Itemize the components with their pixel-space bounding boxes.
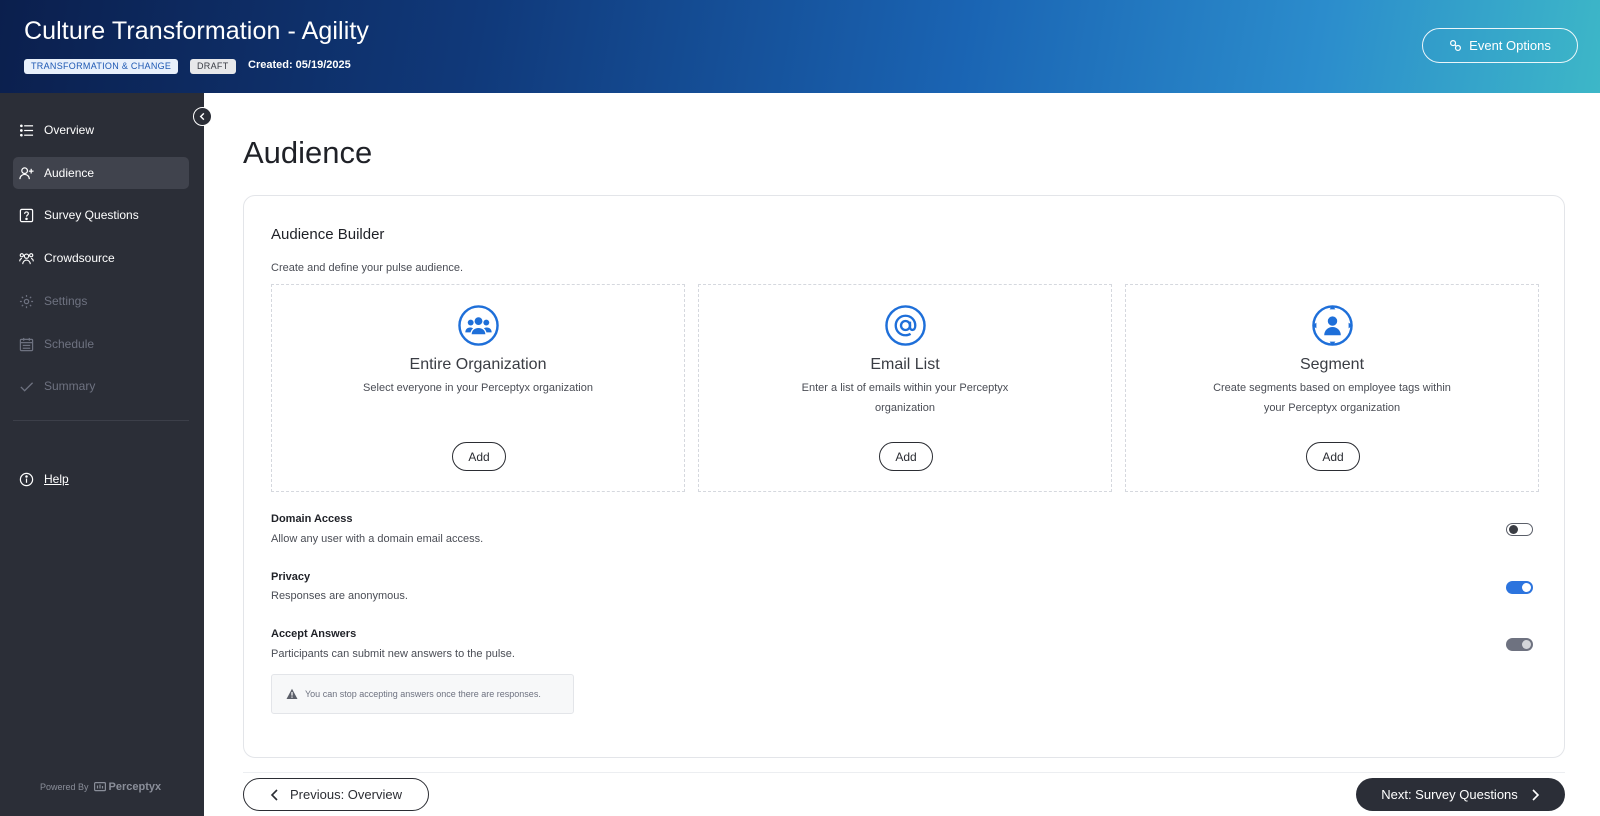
sidebar-item-label: Summary <box>44 379 96 393</box>
user-plus-icon <box>19 166 34 179</box>
sidebar-item-label: Overview <box>44 123 95 137</box>
event-title: Culture Transformation - Agility <box>24 17 369 45</box>
sidebar-item-label: Crowdsource <box>44 251 115 265</box>
option-description: Create segments based on employee tags w… <box>1213 382 1451 414</box>
brand-name: Perceptyx <box>108 781 162 793</box>
privacy-label: Privacy <box>271 571 311 583</box>
link-icon <box>1450 40 1462 51</box>
toggle-knob <box>1522 583 1531 592</box>
sidebar-divider <box>13 420 189 421</box>
help-link[interactable]: Help <box>44 472 69 486</box>
gear-icon <box>19 294 34 308</box>
check-icon <box>20 381 34 392</box>
users-icon <box>19 252 34 264</box>
privacy-toggle[interactable] <box>1506 581 1533 594</box>
domain-access-description: Allow any user with a domain email acces… <box>271 533 484 545</box>
category-badge: TRANSFORMATION & CHANGE <box>24 59 179 74</box>
builder-subtitle: Create and define your pulse audience. <box>271 262 464 274</box>
toggle-knob <box>1509 525 1518 534</box>
privacy-description: Responses are anonymous. <box>271 590 408 602</box>
next-button[interactable]: Next: Survey Questions <box>1356 778 1565 811</box>
option-description: Select everyone in your Perceptyx organi… <box>363 382 593 394</box>
accept-answers-notice: You can stop accepting answers once ther… <box>271 674 574 714</box>
created-date: Created: 05/19/2025 <box>248 59 351 71</box>
sidebar-item-crowdsource[interactable]: Crowdsource <box>13 242 189 274</box>
option-description: Enter a list of emails within your Perce… <box>801 382 1009 414</box>
chevron-left-icon <box>199 112 205 121</box>
powered-by: Powered By Perceptyx <box>40 781 161 793</box>
domain-access-label: Domain Access <box>271 513 353 525</box>
sidebar-item-label: Schedule <box>44 337 95 351</box>
event-options-label: Event Options <box>1469 38 1551 53</box>
option-email-list: Email List Enter a list of emails within… <box>698 284 1112 492</box>
option-title: Entire Organization <box>409 356 547 373</box>
chevron-right-icon <box>1532 788 1539 801</box>
powered-by-text: Powered By <box>40 782 89 792</box>
sidebar-item-survey-questions[interactable]: Survey Questions <box>13 199 189 231</box>
accept-answers-toggle[interactable] <box>1506 638 1533 651</box>
option-title: Email List <box>870 356 940 373</box>
previous-button[interactable]: Previous: Overview <box>243 778 429 811</box>
sidebar-item-audience[interactable]: Audience <box>13 157 189 189</box>
accept-answers-label: Accept Answers <box>271 628 357 640</box>
collapse-sidebar-button[interactable] <box>193 107 212 126</box>
question-square-icon <box>19 208 34 222</box>
add-segment-button[interactable]: Add <box>1306 442 1360 471</box>
chevron-left-icon <box>270 788 278 801</box>
list-icon <box>19 123 34 137</box>
audience-builder-card: Audience Builder Create and define your … <box>243 195 1565 758</box>
warning-icon <box>286 688 298 699</box>
domain-access-toggle[interactable] <box>1506 523 1533 536</box>
add-entire-organization-button[interactable]: Add <box>452 442 506 471</box>
next-label: Next: Survey Questions <box>1381 787 1518 802</box>
sidebar-item-settings[interactable]: Settings <box>13 285 189 317</box>
status-badge: DRAFT <box>190 59 236 74</box>
previous-label: Previous: Overview <box>290 787 402 802</box>
toggle-knob <box>1522 640 1531 649</box>
sidebar-item-overview[interactable]: Overview <box>13 114 189 146</box>
notice-text: You can stop accepting answers once ther… <box>305 689 541 699</box>
page-title: Audience <box>243 135 373 170</box>
footer-divider <box>243 772 1565 773</box>
at-sign-icon <box>884 305 926 346</box>
sidebar-item-summary[interactable]: Summary <box>13 370 189 402</box>
event-options-button[interactable]: Event Options <box>1422 28 1578 63</box>
event-header: Culture Transformation - Agility TRANSFO… <box>0 0 1600 93</box>
accept-answers-description: Participants can submit new answers to t… <box>271 648 515 660</box>
option-segment: Segment Create segments based on employe… <box>1125 284 1539 492</box>
group-icon <box>457 305 499 346</box>
sidebar-item-label: Audience <box>44 166 95 180</box>
brand-logo: Perceptyx <box>93 781 162 793</box>
option-entire-organization: Entire Organization Select everyone in y… <box>271 284 685 492</box>
sidebar-item-schedule[interactable]: Schedule <box>13 328 189 360</box>
option-title: Segment <box>1299 356 1365 373</box>
sidebar-item-label: Survey Questions <box>44 208 139 222</box>
builder-title: Audience Builder <box>271 226 385 243</box>
perceptyx-logo-icon <box>93 781 106 791</box>
info-icon <box>19 472 34 486</box>
add-email-list-button[interactable]: Add <box>879 442 933 471</box>
sidebar-item-label: Settings <box>44 294 88 308</box>
user-target-icon <box>1311 305 1353 346</box>
sidebar-item-help[interactable]: Help <box>13 463 189 495</box>
calendar-icon <box>19 337 34 351</box>
